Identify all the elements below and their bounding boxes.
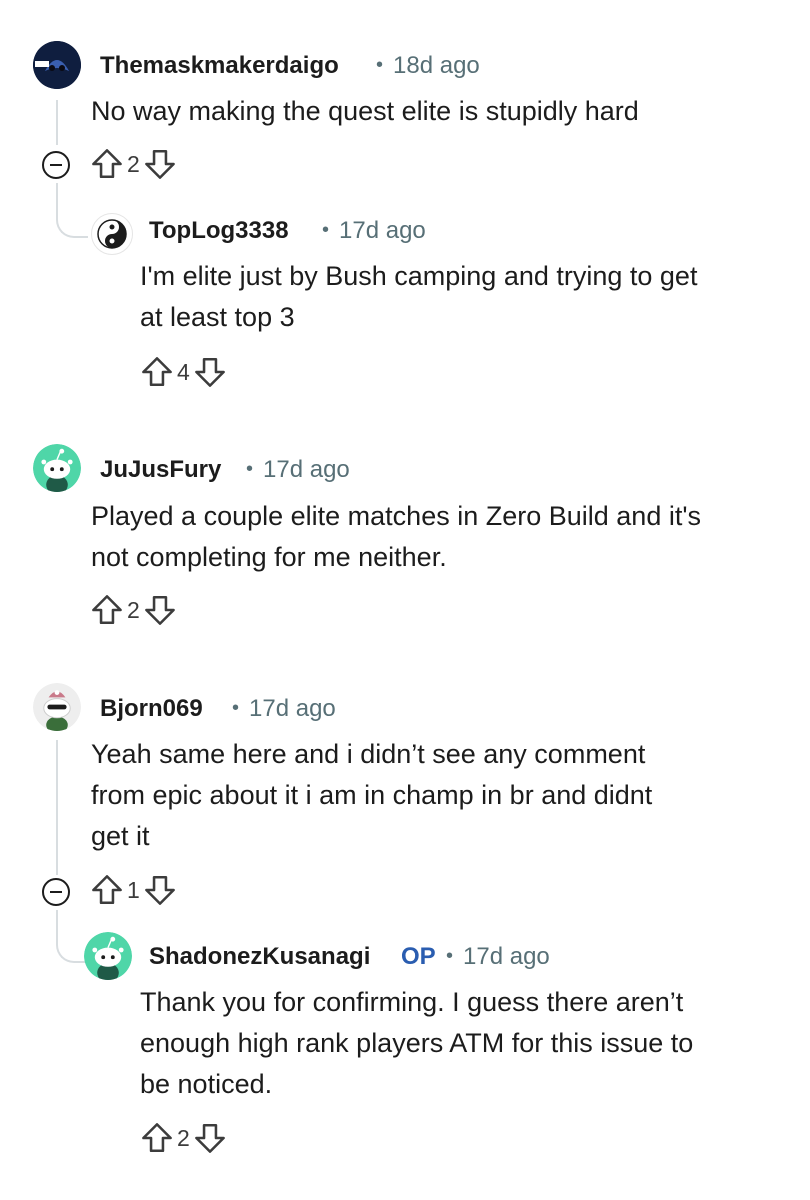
comment-body: Yeah same here and i didn’t see any comm… (91, 739, 653, 851)
username[interactable]: TopLog3338 (149, 217, 289, 245)
thread-curve (56, 200, 88, 238)
username[interactable]: Themaskmakerdaigo (100, 52, 339, 80)
downvote-arrow-icon[interactable] (143, 873, 177, 907)
vote-count: 2 (177, 1124, 190, 1151)
vote-count: 2 (127, 150, 140, 177)
downvote-arrow-icon[interactable] (143, 593, 177, 627)
thread-line (56, 100, 58, 145)
comment-body: Thank you for confirming. I guess there … (140, 987, 694, 1099)
comment-body: I'm elite just by Bush camping and tryin… (140, 261, 698, 332)
comment-body: No way making the quest elite is stupidl… (91, 96, 639, 126)
upvote-arrow-icon[interactable] (140, 355, 174, 389)
downvote-arrow-icon[interactable] (193, 1121, 227, 1155)
avatar[interactable] (33, 444, 81, 492)
upvote-arrow-icon[interactable] (140, 1121, 174, 1155)
comment-body: Played a couple elite matches in Zero Bu… (91, 501, 701, 572)
op-badge: OP (401, 943, 436, 970)
avatar[interactable] (33, 683, 81, 731)
downvote-arrow-icon[interactable] (143, 147, 177, 181)
vote-count: 4 (177, 358, 190, 385)
dark-mask-avatar-icon (33, 41, 81, 89)
avatar[interactable] (91, 213, 133, 255)
vote-bar: 2 (90, 144, 177, 184)
avatar[interactable] (33, 41, 81, 89)
upvote-arrow-icon[interactable] (90, 593, 124, 627)
vote-bar: 2 (140, 1118, 227, 1158)
vote-bar: 2 (90, 590, 177, 630)
downvote-arrow-icon[interactable] (193, 355, 227, 389)
snoo-avatar-icon (84, 932, 132, 980)
avatar[interactable] (84, 932, 132, 980)
vote-bar: 4 (140, 352, 227, 392)
comment-timestamp: • 17d ago (232, 695, 336, 722)
username[interactable]: ShadonezKusanagi (149, 943, 370, 971)
username[interactable]: Bjorn069 (100, 695, 203, 723)
thread-line (56, 740, 58, 875)
comment-timestamp: • 18d ago (376, 52, 480, 79)
upvote-arrow-icon[interactable] (90, 147, 124, 181)
comment-timestamp: • 17d ago (446, 943, 550, 970)
collapse-minus-icon[interactable] (41, 877, 71, 907)
vote-bar: 1 (90, 870, 177, 910)
vote-count: 1 (127, 876, 140, 903)
comment-timestamp: • 17d ago (322, 217, 426, 244)
collapse-minus-icon[interactable] (41, 150, 71, 180)
username[interactable]: JuJusFury (100, 456, 221, 484)
snoo-avatar-icon (33, 683, 81, 731)
upvote-arrow-icon[interactable] (90, 873, 124, 907)
vote-count: 2 (127, 596, 140, 623)
comment-timestamp: • 17d ago (246, 456, 350, 483)
yin-yang-avatar-icon (97, 219, 127, 249)
snoo-avatar-icon (33, 444, 81, 492)
